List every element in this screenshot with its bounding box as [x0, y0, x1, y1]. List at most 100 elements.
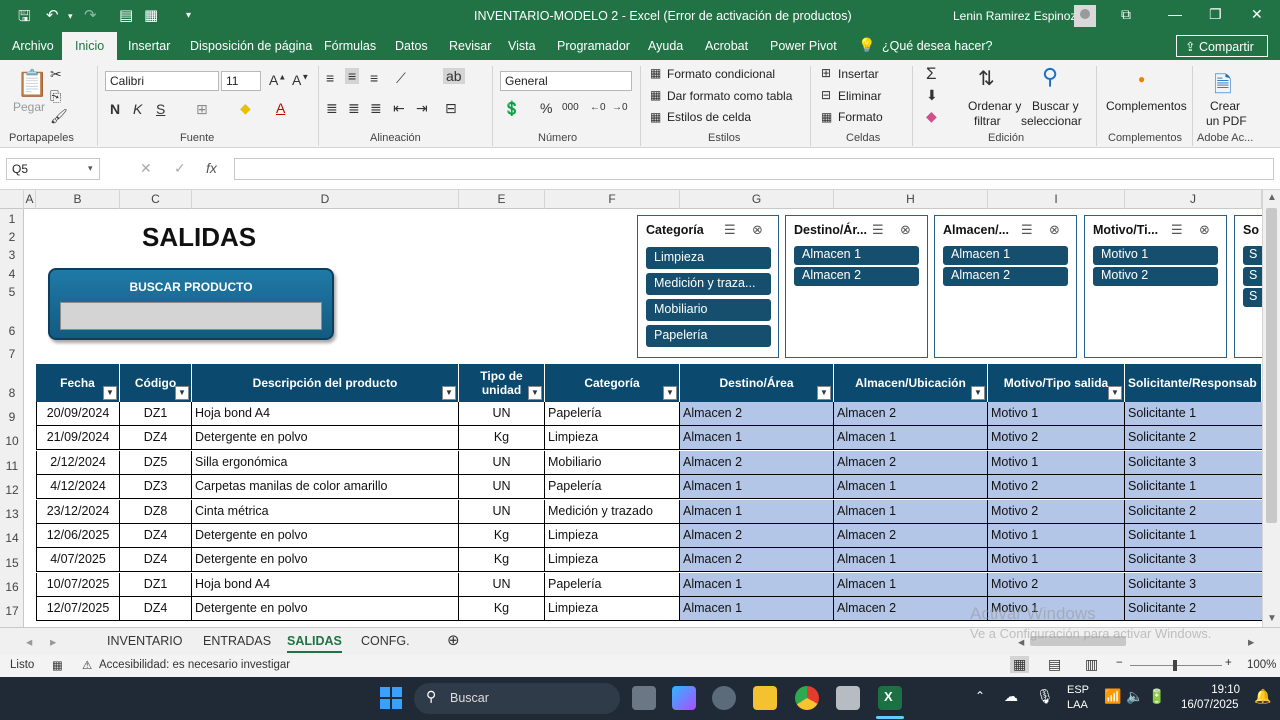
form-icon[interactable]: ▦	[144, 6, 158, 24]
table-cell[interactable]: Detergente en polvo	[192, 597, 459, 622]
copy-icon[interactable]: ⎘	[50, 88, 61, 105]
table-cell[interactable]: Solicitante 2	[1125, 499, 1262, 524]
row-header[interactable]: 13	[0, 507, 24, 521]
slicer-item[interactable]: Medición y traza...	[646, 273, 771, 295]
column-header-i[interactable]: I	[988, 190, 1125, 209]
percent-icon[interactable]: %	[540, 100, 552, 116]
microphone-icon[interactable]: 🎙	[1036, 688, 1054, 705]
column-header-c[interactable]: C	[120, 190, 192, 209]
ribbon-display-icon[interactable]: ⧉	[1121, 6, 1131, 23]
table-cell[interactable]: Almacen 2	[680, 450, 834, 475]
slicer-item[interactable]: Almacen 2	[943, 267, 1068, 286]
table-cell[interactable]: 20/09/2024	[36, 402, 120, 426]
table-cell[interactable]: UN	[459, 450, 545, 475]
autosum-icon[interactable]: Σ	[926, 64, 937, 84]
print-preview-icon[interactable]: ▤	[119, 6, 133, 24]
row-header[interactable]: 7	[0, 347, 24, 361]
table-cell[interactable]: Almacen 1	[680, 475, 834, 500]
row-header[interactable]: 2	[0, 230, 24, 244]
sheet-tab-confg[interactable]: CONFG.	[361, 634, 410, 648]
table-cell[interactable]: Almacen 2	[834, 524, 988, 548]
font-size-select[interactable]: 11	[221, 71, 261, 91]
slicer-item[interactable]: Almacen 1	[943, 246, 1068, 265]
table-cell[interactable]: Almacen 2	[834, 402, 988, 426]
row-header[interactable]: 16	[0, 580, 24, 594]
table-cell[interactable]: Almacen 2	[834, 450, 988, 475]
decrease-decimal-icon[interactable]: →0	[612, 102, 628, 113]
sort-filter-label[interactable]: Ordenar y	[968, 99, 1021, 113]
table-cell[interactable]: Detergente en polvo	[192, 548, 459, 573]
tab-insertar[interactable]: Insertar	[128, 39, 170, 53]
clock-date[interactable]: 16/07/2025	[1181, 699, 1239, 711]
task-view-icon[interactable]	[632, 686, 656, 710]
row-header[interactable]: 11	[0, 459, 24, 473]
sheet-tab-inventario[interactable]: INVENTARIO	[107, 634, 182, 648]
slicer-item[interactable]: Almacen 2	[794, 267, 919, 286]
confirm-entry-icon[interactable]: ✓	[174, 160, 186, 177]
table-cell[interactable]: 12/06/2025	[36, 524, 120, 548]
table-cell[interactable]: Limpieza	[545, 548, 680, 573]
scroll-down-icon[interactable]: ▼	[1267, 613, 1277, 624]
sort-filter-label-2[interactable]: filtrar	[974, 114, 1001, 128]
row-header[interactable]: 4	[0, 267, 24, 281]
filter-dropdown-icon[interactable]: ▼	[971, 386, 985, 400]
table-cell[interactable]: Papelería	[545, 402, 680, 426]
row-header[interactable]: 15	[0, 556, 24, 570]
table-cell[interactable]: Motivo 1	[988, 402, 1125, 426]
table-cell[interactable]: Solicitante 1	[1125, 524, 1262, 548]
tab-revisar[interactable]: Revisar	[449, 39, 491, 53]
column-header-h[interactable]: H	[834, 190, 988, 209]
table-cell[interactable]: Almacen 1	[680, 572, 834, 597]
close-icon[interactable]: ✕	[1251, 6, 1263, 23]
new-sheet-icon[interactable]: ⊕	[447, 631, 460, 649]
scroll-up-icon[interactable]: ▲	[1267, 192, 1277, 203]
paste-button[interactable]: Pegar	[13, 100, 45, 114]
table-cell[interactable]: UN	[459, 475, 545, 500]
table-cell[interactable]: 23/12/2024	[36, 499, 120, 524]
filter-dropdown-icon[interactable]: ▼	[103, 386, 117, 400]
table-cell[interactable]: DZ1	[120, 402, 192, 426]
clear-icon[interactable]: ◆	[926, 108, 937, 125]
align-left-icon[interactable]: ≣	[326, 100, 338, 117]
search-product-input[interactable]	[60, 302, 322, 330]
taskbar-search-box[interactable]: ⚲ Buscar	[414, 683, 620, 714]
delete-cells-button[interactable]: Eliminar	[838, 89, 881, 103]
clear-filter-icon[interactable]: ⊗	[1199, 222, 1210, 238]
table-cell[interactable]: Almacen 1	[680, 426, 834, 451]
tab-vista[interactable]: Vista	[508, 39, 536, 53]
page-break-icon[interactable]: ▥	[1085, 656, 1098, 673]
clear-filter-icon[interactable]: ⊗	[752, 222, 763, 238]
table-cell[interactable]: Motivo 1	[988, 524, 1125, 548]
table-cell[interactable]: UN	[459, 499, 545, 524]
filter-dropdown-icon[interactable]: ▼	[1108, 386, 1122, 400]
align-center-icon[interactable]: ≣	[348, 100, 360, 117]
decrease-indent-icon[interactable]: ⇤	[393, 100, 405, 117]
copilot-icon[interactable]	[672, 686, 696, 710]
table-cell[interactable]: Papelería	[545, 572, 680, 597]
table-cell[interactable]: Solicitante 1	[1125, 475, 1262, 500]
table-cell[interactable]: Almacen 1	[680, 597, 834, 622]
create-pdf-label[interactable]: Crear	[1210, 99, 1240, 113]
table-cell[interactable]: Silla ergonómica	[192, 450, 459, 475]
zoom-out-icon[interactable]: −	[1116, 657, 1123, 669]
multi-select-icon[interactable]: ☰	[872, 222, 884, 238]
table-cell[interactable]: Motivo 2	[988, 426, 1125, 451]
conditional-format-button[interactable]: Formato condicional	[667, 67, 775, 81]
filter-dropdown-icon[interactable]: ▼	[528, 386, 542, 400]
table-cell[interactable]: Detergente en polvo	[192, 426, 459, 451]
table-cell[interactable]: DZ3	[120, 475, 192, 500]
row-header[interactable]: 6	[0, 324, 24, 338]
row-header[interactable]: 8	[0, 386, 24, 400]
filter-dropdown-icon[interactable]: ▼	[663, 386, 677, 400]
tab-formulas[interactable]: Fórmulas	[324, 39, 376, 53]
table-cell[interactable]: 21/09/2024	[36, 426, 120, 451]
notifications-icon[interactable]: 🔔	[1254, 688, 1271, 705]
align-top-icon[interactable]: ≡	[326, 70, 334, 86]
table-cell[interactable]: 10/07/2025	[36, 572, 120, 597]
restore-icon[interactable]: ❐	[1209, 6, 1222, 23]
row-header[interactable]: 1	[0, 212, 24, 226]
create-pdf-label-2[interactable]: un PDF	[1206, 114, 1247, 128]
table-cell[interactable]: Hoja bond A4	[192, 402, 459, 426]
table-cell[interactable]: Solicitante 2	[1125, 426, 1262, 451]
paste-icon[interactable]: 📋	[16, 68, 48, 99]
